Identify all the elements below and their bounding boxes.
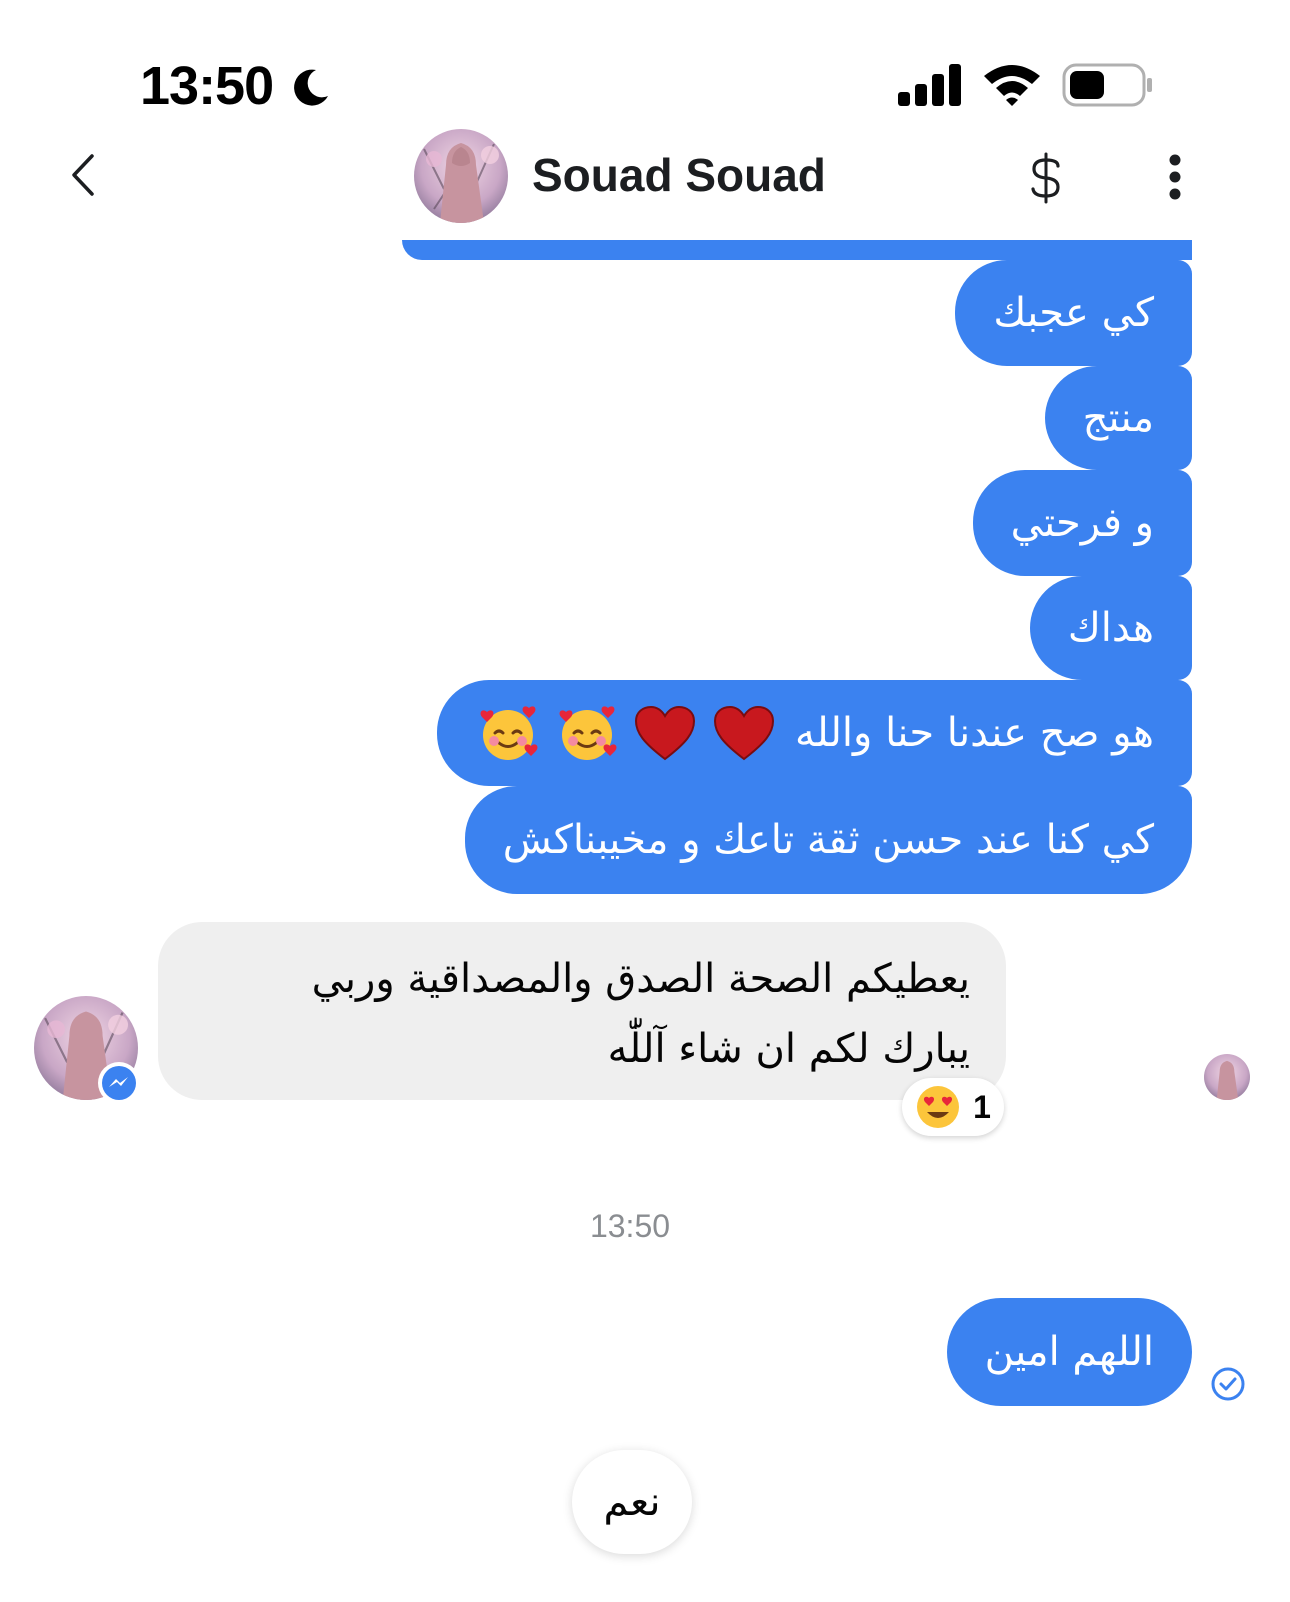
quick-reply-button[interactable]: نعم [572,1450,692,1554]
sent-check-icon [1211,1367,1245,1401]
seen-receipt-avatar [1204,1054,1250,1100]
message-bubble-outgoing[interactable]: هو صح عندنا حنا والله [436,680,1192,786]
message-text: كي كنا عند حسن ثقة تاعك و مخيبناكش [502,817,1154,863]
heart-eyes-emoji [917,1086,960,1128]
message-timestamp: 13:50 [589,1208,671,1244]
message-bubble-outgoing[interactable]: اللهم امين [946,1298,1192,1406]
more-vertical-icon[interactable] [1160,150,1190,206]
message-bubble-outgoing[interactable]: كي كنا عند حسن ثقة تاعك و مخيبناكش [464,786,1192,894]
quick-reply-label: نعم [603,1479,661,1525]
battery-icon [1062,63,1152,107]
message-bubble-incoming[interactable]: يعطيكم الصحة الصدق والمصداقية وربي يبارك… [158,922,1006,1100]
message-text-line: يبارك لكم ان شاء آللّٰه [607,1026,970,1072]
wifi-icon [984,65,1040,106]
moon-icon [294,69,328,106]
status-time: 13:50 [140,56,274,116]
message-text: و فرحتي [1010,500,1154,546]
back-chevron-icon[interactable] [60,150,110,200]
dollar-icon[interactable] [1028,150,1064,206]
message-text: هداك [1067,605,1154,651]
message-text: كي عجبك [993,290,1154,336]
message-bubble-outgoing[interactable]: منتج [1044,366,1192,470]
reaction-badge[interactable]: 1 [902,1078,1004,1136]
message-text: منتج [1082,395,1154,441]
message-bubble-outgoing[interactable]: كي عجبك [955,260,1192,366]
message-text-line: يعطيكم الصحة الصدق والمصداقية وربي [311,956,970,1002]
message-list[interactable]: كي عجبك منتج و فرحتي هداك هو صح عندنا حن… [0,240,1290,1602]
message-bubble-outgoing-partial[interactable] [402,240,1192,260]
contact-name[interactable]: Souad Souad [532,148,826,202]
message-text: هو صح عندنا حنا والله [795,710,1154,756]
contact-avatar[interactable] [414,129,508,223]
heart-emoji [714,705,775,761]
message-bubble-outgoing[interactable]: هداك [1029,576,1192,680]
signal-icon [898,64,961,106]
message-text: اللهم امين [984,1329,1154,1375]
messenger-badge-icon [98,1062,140,1104]
heart-emoji [635,705,696,761]
message-bubble-outgoing[interactable]: و فرحتي [972,470,1192,576]
smiling-face-with-hearts-emoji [559,706,617,760]
reaction-count: 1 [973,1088,991,1125]
smiling-face-with-hearts-emoji [480,706,538,760]
